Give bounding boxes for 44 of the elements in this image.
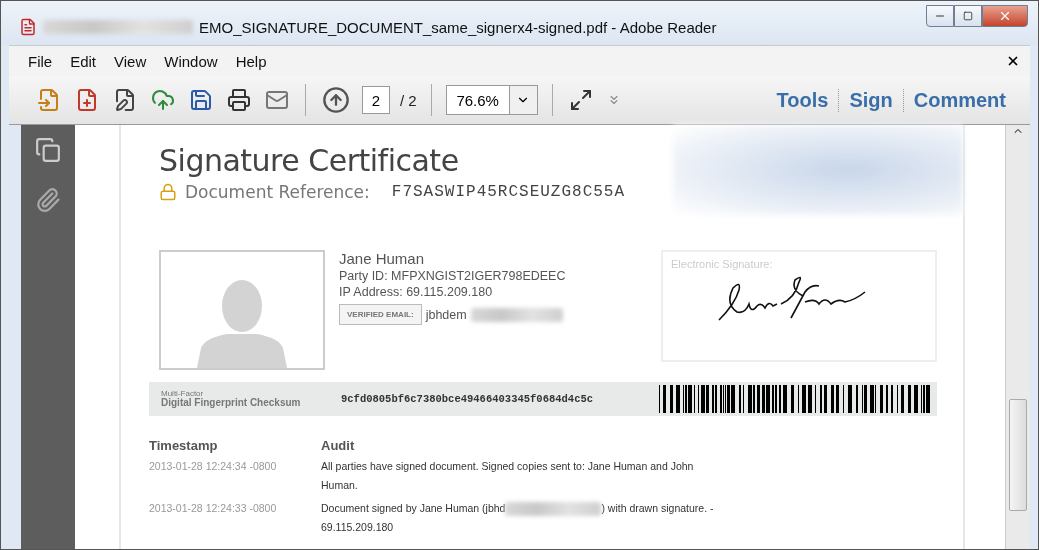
zoom-field[interactable]: 76.6% [445,85,510,115]
print-icon[interactable] [225,86,253,114]
menu-item[interactable]: Edit [61,52,106,70]
menu-item[interactable]: Window [155,52,227,70]
menu-item[interactable]: File [19,52,62,70]
audit-entry: All parties have signed document. Signed copies sent to: Jane Human and John Human. [321,459,695,493]
checksum-label: Digital Fingerprint Checksum [161,398,302,408]
close-icon [998,9,1012,23]
panel-link[interactable]: Sign [838,88,903,112]
menu-item[interactable]: Help [226,52,276,70]
panel-link[interactable]: Comment [902,88,1016,112]
lock-icon [159,183,177,201]
paperclip-icon[interactable] [35,187,61,213]
audit-entry: Document signed by Jane Human (jbhd ) with drawn signature. - 69.115.209.180 [321,501,715,535]
scrollbar[interactable] [1005,125,1030,549]
previous-page-button[interactable] [320,84,352,116]
checksum-caption: Multi-Factor [161,390,205,398]
close-button[interactable] [982,5,1028,27]
minimize-button[interactable] [926,5,954,27]
page-total: / 2 [400,91,417,109]
checksum-value: 9cfd0805bf6c7380bce49466403345f0684d4c5c [341,393,595,405]
column-header: Audit [321,438,356,453]
page-number-field[interactable]: 2 [362,86,390,114]
column-header: Timestamp [149,438,219,453]
panel-link[interactable]: Tools [766,88,839,112]
reference-code: F7SASWIP45RCSEUZG8C55A [391,183,626,201]
close-icon[interactable] [1006,54,1020,68]
maximize-button[interactable] [954,5,982,27]
party-id: Party ID: MFPXNGIST2IGER798EDEEC [339,269,567,283]
maximize-icon [963,11,973,21]
pdf-file-icon [19,18,37,36]
menu-item[interactable]: View [105,52,156,70]
email-text: jbhdem [425,307,467,322]
timestamp: 2013-01-28 12:24:34 -0800 [149,459,278,474]
reference-label: Document Reference: [185,182,370,202]
zoom-dropdown-button[interactable] [509,85,538,115]
signer-name: Jane Human [339,250,426,267]
document-title: Signature Certificate [159,143,460,178]
scroll-thumb[interactable] [1009,399,1027,511]
timestamp: 2013-01-28 12:24:33 -0800 [149,501,278,516]
verified-email-badge: VERIFIED EMAIL: [339,304,422,325]
pages-icon[interactable] [35,137,61,163]
ip-address: IP Address: 69.115.209.180 [339,285,494,299]
window-title: EMO_SIGNATURE_DOCUMENT_same_signerx4-signed.pdf - Adobe Reader [199,18,717,36]
